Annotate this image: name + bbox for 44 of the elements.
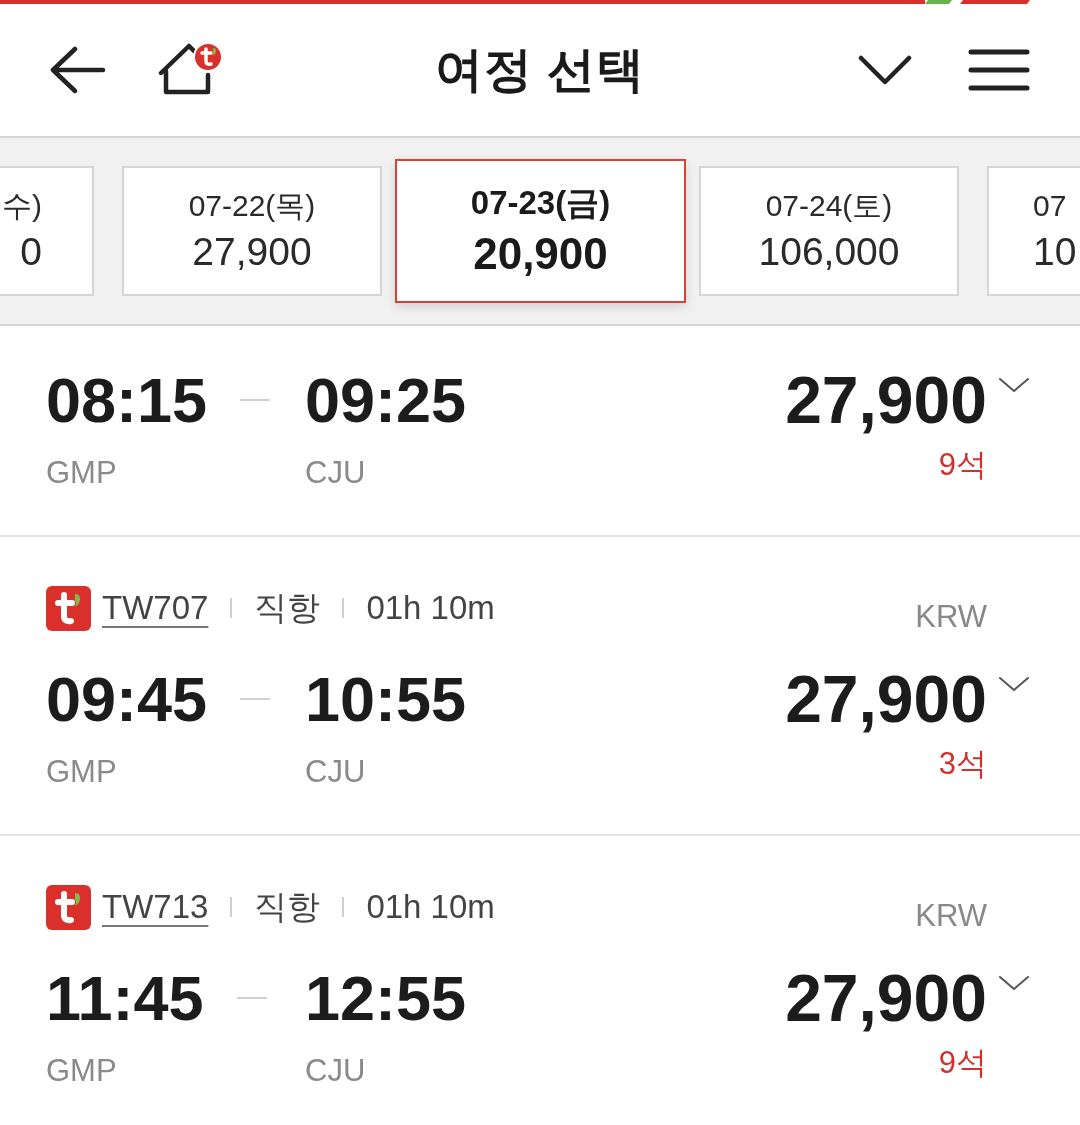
seats-left-text: 9석 — [938, 1045, 987, 1081]
date-tab[interactable]: 07-24(토) 106,000 — [699, 166, 959, 296]
departure-airport: GMP — [46, 754, 118, 790]
departure-time: 11:45 — [46, 966, 204, 1030]
dash-icon — [240, 698, 271, 700]
chevron-down-icon[interactable] — [998, 377, 1030, 393]
date-tab[interactable]: 07-23(금) 20,900 — [395, 159, 686, 303]
duration-text: 01h 10m — [366, 589, 495, 627]
currency-text: KRW — [915, 898, 987, 934]
price-text: 27,900 — [785, 965, 987, 1031]
seats-left-text: 3석 — [938, 746, 987, 782]
flight-number-link[interactable]: TW713 — [102, 888, 209, 926]
back-icon[interactable] — [50, 46, 106, 94]
arrival-time: 12:55 — [305, 966, 467, 1030]
arrival-time: 09:25 — [305, 368, 467, 432]
home-icon[interactable] — [158, 41, 224, 95]
departure-time: 08:15 — [46, 368, 208, 432]
arrival-time: 10:55 — [305, 667, 467, 731]
price-text: 27,900 — [785, 666, 987, 732]
price-text: 27,900 — [785, 367, 987, 433]
departure-airport: GMP — [46, 455, 118, 491]
dash-icon — [236, 997, 267, 999]
flight-type-text: 직항 — [254, 587, 321, 628]
date-tab[interactable]: 07-22(목) 27,900 — [122, 166, 382, 296]
departure-time: 09:45 — [46, 667, 208, 731]
arrival-airport: CJU — [305, 455, 366, 491]
currency-text: KRW — [915, 599, 987, 635]
departure-airport: GMP — [46, 1053, 118, 1089]
menu-icon[interactable] — [968, 49, 1030, 91]
chevron-down-icon[interactable] — [858, 55, 912, 85]
arrival-airport: CJU — [305, 1053, 366, 1089]
arrival-airport: CJU — [305, 754, 366, 790]
chevron-down-icon[interactable] — [998, 676, 1030, 692]
dash-icon — [240, 399, 271, 401]
seats-left-text: 9석 — [938, 447, 987, 483]
airline-logo-icon — [46, 884, 91, 930]
date-tab[interactable]: 07 10 — [987, 166, 1080, 296]
duration-text: 01h 10m — [366, 888, 495, 926]
page-title: 여정 선택 — [434, 42, 646, 98]
flight-type-text: 직항 — [254, 886, 321, 927]
date-tab[interactable]: 수) 0 — [0, 166, 94, 296]
chevron-down-icon[interactable] — [998, 975, 1030, 991]
flight-number-link[interactable]: TW707 — [102, 589, 209, 627]
airline-logo-icon — [46, 585, 91, 631]
